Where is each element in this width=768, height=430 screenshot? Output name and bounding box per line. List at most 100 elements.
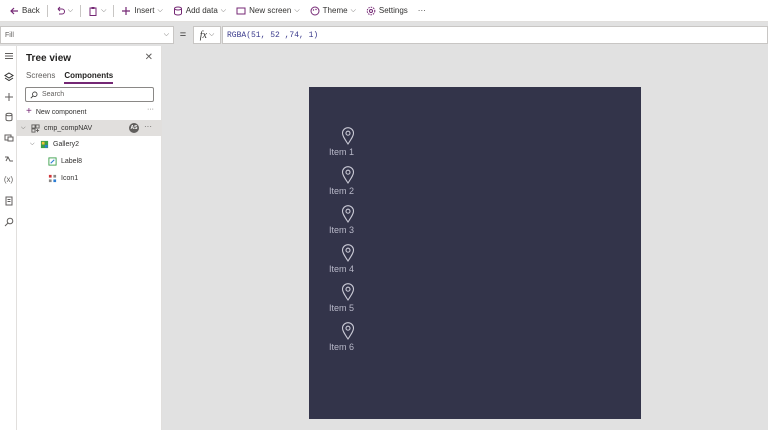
chevron-down-icon: ⌵: [220, 6, 227, 14]
tree-node-label: Label8: [61, 157, 83, 165]
search-input[interactable]: Search: [25, 87, 154, 102]
theme-button[interactable]: Theme ⌵: [305, 0, 361, 22]
chevron-down-icon[interactable]: ⌵: [30, 141, 36, 148]
property-value: Fill: [5, 31, 14, 39]
insert-label: Insert: [134, 6, 155, 15]
item-label: Item 6: [329, 342, 355, 352]
formula-bar: Fill ⌵ = fx ⌵ RGBA(51, 52 ,74, 1): [0, 26, 768, 44]
search-icon[interactable]: [3, 216, 14, 227]
variables-icon[interactable]: (x): [3, 174, 14, 185]
toolbar-divider: [113, 4, 115, 17]
fx-icon: fx: [199, 29, 207, 41]
user-badge: AS: [129, 123, 139, 133]
command-bar: Back ⌵ ⌵ Insert ⌵ Add data ⌵ New screen …: [0, 0, 768, 22]
data-icon[interactable]: [3, 111, 14, 122]
item-label: Item 3: [329, 225, 355, 235]
tree-view-title: Tree view: [26, 53, 72, 64]
close-icon[interactable]: ✕: [145, 52, 153, 63]
back-button[interactable]: Back: [4, 0, 45, 22]
undo-icon: [57, 6, 65, 14]
power-automate-icon[interactable]: [3, 153, 14, 164]
back-label: Back: [22, 6, 40, 15]
search-placeholder: Search: [42, 91, 65, 98]
new-component-label: New component: [35, 108, 87, 116]
add-data-button[interactable]: Add data ⌵: [168, 0, 231, 22]
more-icon[interactable]: ···: [144, 122, 152, 131]
tree-node-cmp-compnav[interactable]: ⌵ cmp_compNAV AS ···: [17, 120, 162, 136]
gallery-item[interactable]: Item 2: [329, 166, 369, 202]
left-rail: (x): [0, 46, 17, 430]
settings-button[interactable]: Settings: [361, 0, 413, 22]
palette-icon: [310, 6, 320, 15]
chevron-down-icon: ⌵: [208, 31, 215, 38]
toolbar-divider: [46, 4, 48, 17]
tree-view-panel: Tree view ✕ Screens Components Search + …: [17, 46, 162, 430]
label-control-icon: [48, 156, 57, 166]
map-pin-icon: [341, 127, 355, 145]
plus-icon: +: [26, 106, 32, 117]
paste-chevron-icon[interactable]: ⌵: [101, 7, 106, 15]
new-screen-label: New screen: [249, 6, 292, 15]
insert-button[interactable]: Insert ⌵: [116, 0, 167, 22]
tree-node-gallery2[interactable]: ⌵ Gallery2: [30, 136, 79, 152]
gallery-item[interactable]: Item 1: [329, 127, 369, 163]
map-pin-icon: [341, 205, 355, 223]
map-pin-icon: [341, 283, 355, 301]
new-component-button[interactable]: + New component ···: [26, 106, 154, 118]
tree-node-label: Icon1: [61, 174, 79, 182]
component-canvas[interactable]: Item 1 Item 2 Item 3 Item 4 Item 5 Item …: [309, 87, 641, 419]
paste-button[interactable]: ⌵: [83, 0, 111, 22]
tab-screens[interactable]: Screens: [26, 71, 55, 84]
item-label: Item 1: [329, 147, 355, 157]
item-label: Item 5: [329, 303, 355, 313]
undo-button[interactable]: ⌵: [50, 0, 78, 22]
formula-input[interactable]: RGBA(51, 52 ,74, 1): [222, 26, 768, 44]
icon-control-icon: [48, 174, 57, 182]
chevron-down-icon[interactable]: ⌵: [21, 125, 27, 132]
chevron-down-icon: ⌵: [163, 31, 169, 38]
map-pin-icon: [341, 166, 355, 184]
new-screen-button[interactable]: New screen ⌵: [231, 0, 305, 22]
more-button[interactable]: ···: [413, 0, 431, 22]
fx-button[interactable]: fx ⌵: [193, 26, 221, 44]
more-icon[interactable]: ···: [147, 106, 154, 113]
settings-label: Settings: [378, 6, 408, 15]
map-pin-icon: [341, 244, 355, 262]
equals-sign: =: [179, 29, 187, 41]
layers-icon[interactable]: [3, 71, 14, 82]
gallery-item[interactable]: Item 6: [329, 322, 369, 358]
tree-node-label8[interactable]: Label8: [48, 153, 82, 169]
back-arrow-icon: [10, 7, 18, 14]
theme-label: Theme: [322, 6, 348, 15]
chevron-down-icon: ⌵: [350, 6, 356, 14]
advanced-tools-icon[interactable]: [3, 195, 14, 206]
gallery-icon: [40, 140, 49, 148]
search-icon: [30, 91, 38, 98]
hamburger-icon[interactable]: [3, 50, 14, 61]
item-label: Item 2: [329, 186, 355, 196]
component-icon: [31, 123, 40, 133]
toolbar-divider: [80, 4, 82, 17]
chevron-down-icon: ⌵: [294, 6, 300, 14]
tree-node-label: Gallery2: [53, 140, 80, 148]
media-icon[interactable]: [3, 132, 14, 143]
gallery-item[interactable]: Item 3: [329, 205, 369, 241]
clipboard-icon: [89, 6, 97, 16]
chevron-down-icon: ⌵: [157, 6, 163, 14]
property-dropdown[interactable]: Fill ⌵: [0, 26, 174, 44]
database-icon: [173, 6, 182, 16]
map-pin-icon: [341, 322, 355, 340]
add-data-label: Add data: [185, 6, 218, 15]
undo-chevron-icon[interactable]: ⌵: [68, 7, 73, 15]
tree-node-icon1[interactable]: Icon1: [48, 170, 78, 186]
tab-components[interactable]: Components: [64, 71, 114, 84]
gallery-item[interactable]: Item 5: [329, 283, 369, 319]
tree-node-label: cmp_compNAV: [44, 124, 93, 132]
screen-icon: [236, 7, 246, 14]
tree-tabs: Screens Components: [26, 71, 114, 84]
insert-plus-icon[interactable]: [3, 91, 14, 102]
item-label: Item 4: [329, 264, 355, 274]
gear-icon: [366, 6, 376, 15]
plus-icon: [122, 6, 131, 15]
gallery-item[interactable]: Item 4: [329, 244, 369, 280]
